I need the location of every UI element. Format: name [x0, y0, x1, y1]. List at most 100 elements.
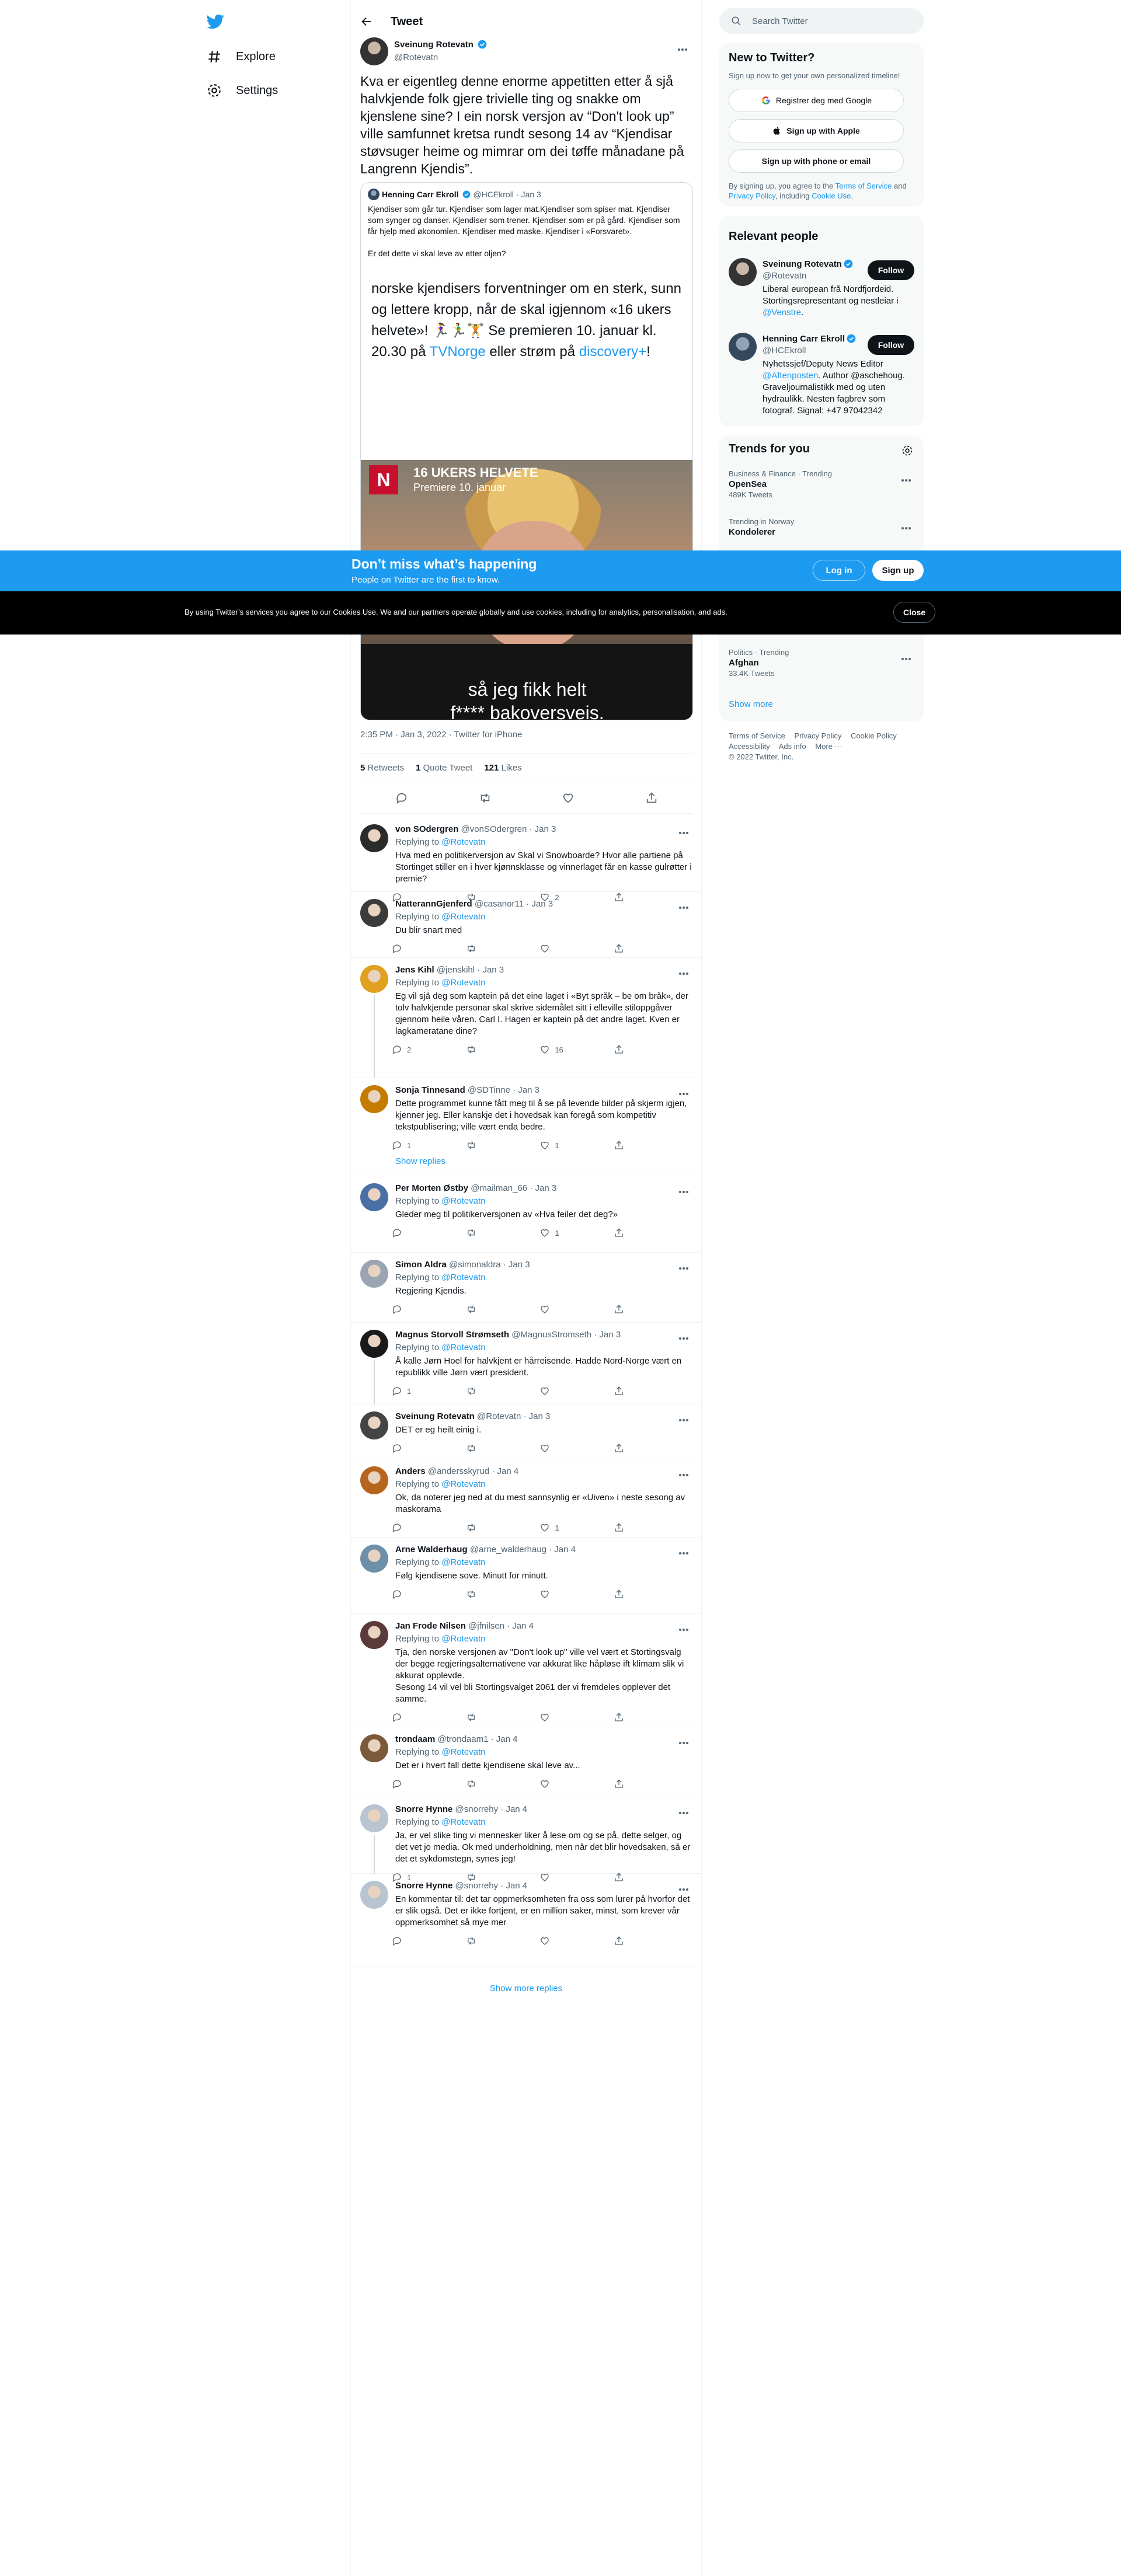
retweet-action[interactable]	[466, 1779, 501, 1789]
reply-tweet[interactable]: Magnus Storvoll Strømseth @MagnusStromse…	[351, 1323, 701, 1404]
reply-author-handle[interactable]: @andersskyrud	[428, 1466, 489, 1476]
person-name[interactable]: Sveinung Rotevatn	[763, 259, 853, 269]
reply-tweet[interactable]: trondaam @trondaam1 · Jan 4 Replying to @…	[351, 1727, 701, 1797]
reply-author-name[interactable]: Snorre Hynne	[395, 1881, 452, 1891]
reply-action[interactable]	[392, 1304, 427, 1315]
retweet-action[interactable]	[466, 943, 501, 954]
reply-date[interactable]: · Jan 3	[594, 1330, 621, 1340]
apple-signup-button[interactable]: Sign up with Apple	[729, 119, 904, 142]
reply-tweet[interactable]: Simon Aldra @simonaldra · Jan 3 Replying …	[351, 1253, 701, 1323]
reply-action[interactable]	[392, 1589, 427, 1599]
footer-ads-link[interactable]: Ads info	[779, 742, 806, 751]
avatar[interactable]	[360, 1183, 388, 1211]
reply-tweet[interactable]: Snorre Hynne @snorrehy · Jan 4 Replying t…	[351, 1797, 701, 1883]
avatar[interactable]	[360, 899, 388, 927]
reply-author-handle[interactable]: @Rotevatn	[477, 1411, 521, 1421]
trend-item[interactable]: Trending in Norway Kondolerer	[729, 517, 914, 537]
venstre-link[interactable]: @Venstre	[763, 308, 801, 318]
like-action[interactable]	[539, 943, 575, 954]
reply-author-name[interactable]: Magnus Storvoll Strømseth	[395, 1330, 509, 1340]
discovery-link[interactable]: discovery+	[579, 344, 646, 360]
retweet-action[interactable]	[466, 1044, 501, 1055]
avatar[interactable]	[729, 333, 757, 361]
share-action[interactable]	[614, 943, 649, 954]
reply-tweet[interactable]: NatterannGjenferd @casanor11 · Jan 3 Repl…	[351, 892, 701, 958]
more-options-icon[interactable]	[679, 827, 692, 834]
reply-author-name[interactable]: Sonja Tinnesand	[395, 1085, 465, 1095]
more-options-icon[interactable]	[679, 1332, 692, 1340]
more-options-icon[interactable]	[679, 1186, 692, 1193]
phone-email-signup-button[interactable]: Sign up with phone or email	[729, 149, 904, 173]
more-options-icon[interactable]	[901, 522, 914, 529]
aftenposten-link[interactable]: @Aftenposten	[763, 371, 818, 381]
avatar[interactable]	[360, 1085, 388, 1113]
like-action[interactable]	[539, 1712, 575, 1723]
relevant-person[interactable]: Henning Carr Ekroll @HCEkroll Follow Nyh…	[729, 333, 914, 420]
reply-tweet[interactable]: Sveinung Rotevatn @Rotevatn · Jan 3 DET e…	[351, 1404, 701, 1459]
reply-author-handle[interactable]: @jfnilsen	[468, 1621, 504, 1631]
login-button[interactable]: Log in	[813, 560, 865, 581]
like-action[interactable]	[539, 1589, 575, 1599]
reply-date[interactable]: · Jan 3	[530, 1183, 556, 1193]
share-action[interactable]	[614, 1044, 649, 1055]
retweets-stat[interactable]: 5 Retweets	[360, 763, 404, 773]
share-action[interactable]	[614, 1140, 649, 1151]
reply-date[interactable]: · Jan 3	[477, 965, 504, 975]
more-options-icon[interactable]	[679, 1262, 692, 1270]
quotes-stat[interactable]: 1 Quote Tweet	[416, 763, 472, 773]
retweet-action[interactable]	[466, 1228, 501, 1238]
show-replies-link[interactable]: Show replies	[395, 1156, 445, 1166]
more-options-icon[interactable]	[901, 474, 914, 482]
share-icon[interactable]	[645, 792, 658, 804]
twitter-logo-icon[interactable]	[206, 13, 225, 30]
retweet-action[interactable]	[466, 1304, 501, 1315]
reply-action[interactable]	[392, 1779, 427, 1789]
avatar[interactable]	[729, 258, 757, 286]
follow-button[interactable]: Follow	[868, 260, 914, 280]
reply-action[interactable]	[392, 1228, 427, 1238]
reply-tweet[interactable]: Jens Kihl @jenskihl · Jan 3 Replying to @…	[351, 958, 701, 1078]
footer-terms-link[interactable]: Terms of Service	[729, 731, 785, 740]
reply-tweet[interactable]: Per Morten Østby @mailman_66 · Jan 3 Repl…	[351, 1176, 701, 1253]
quoted-video[interactable]: N 16 UKERS HELVETE Premiere 10. januar s…	[361, 370, 692, 720]
more-options-icon[interactable]	[679, 1087, 692, 1095]
show-more-replies-button[interactable]: Show more replies	[351, 1984, 701, 1993]
footer-privacy-link[interactable]: Privacy Policy	[794, 731, 841, 740]
reply-author-handle[interactable]: @snorrehy	[455, 1881, 499, 1891]
reply-author-handle[interactable]: @SDTinne	[468, 1085, 510, 1095]
share-action[interactable]	[614, 1589, 649, 1599]
share-action[interactable]	[614, 1443, 649, 1453]
nav-settings[interactable]: Settings	[207, 76, 278, 105]
signup-button[interactable]: Sign up	[872, 560, 924, 581]
quoted-tweet[interactable]: Henning Carr Ekroll @HCEkroll · Jan 3 Kj…	[360, 182, 693, 720]
reply-author-name[interactable]: Jens Kihl	[395, 965, 434, 975]
reply-author-handle[interactable]: @jenskihl	[437, 965, 475, 975]
cookie-close-button[interactable]: Close	[893, 602, 935, 623]
reply-author-name[interactable]: Anders	[395, 1466, 426, 1476]
replying-to-link[interactable]: @Rotevatn	[441, 1273, 485, 1282]
like-action[interactable]: 16	[539, 1044, 575, 1055]
avatar[interactable]	[360, 1260, 388, 1288]
share-action[interactable]	[614, 1386, 649, 1396]
like-action[interactable]	[539, 1304, 575, 1315]
replying-to-link[interactable]: @Rotevatn	[441, 837, 485, 847]
more-options-icon[interactable]	[679, 1414, 692, 1421]
reply-author-handle[interactable]: @snorrehy	[455, 1804, 499, 1814]
avatar[interactable]	[360, 1411, 388, 1439]
share-action[interactable]	[614, 1779, 649, 1789]
cookie-use-link[interactable]: Cookie Use	[812, 191, 851, 200]
avatar[interactable]	[360, 824, 388, 852]
avatar[interactable]	[360, 965, 388, 993]
reply-date[interactable]: · Jan 3	[526, 899, 553, 909]
reply-author-name[interactable]: Simon Aldra	[395, 1260, 447, 1270]
google-signup-button[interactable]: Registrer deg med Google	[729, 89, 904, 112]
more-options-icon[interactable]	[679, 1883, 692, 1891]
reply-date[interactable]: · Jan 3	[530, 824, 556, 834]
avatar[interactable]	[360, 1881, 388, 1909]
avatar[interactable]	[360, 37, 388, 65]
reply-date[interactable]: · Jan 4	[500, 1804, 527, 1814]
author-handle[interactable]: @Rotevatn	[394, 53, 438, 62]
retweet-action[interactable]	[466, 1712, 501, 1723]
reply-tweet[interactable]: von SOdergren @vonSOdergren · Jan 3 Reply…	[351, 817, 701, 902]
replying-to-link[interactable]: @Rotevatn	[441, 1196, 485, 1206]
